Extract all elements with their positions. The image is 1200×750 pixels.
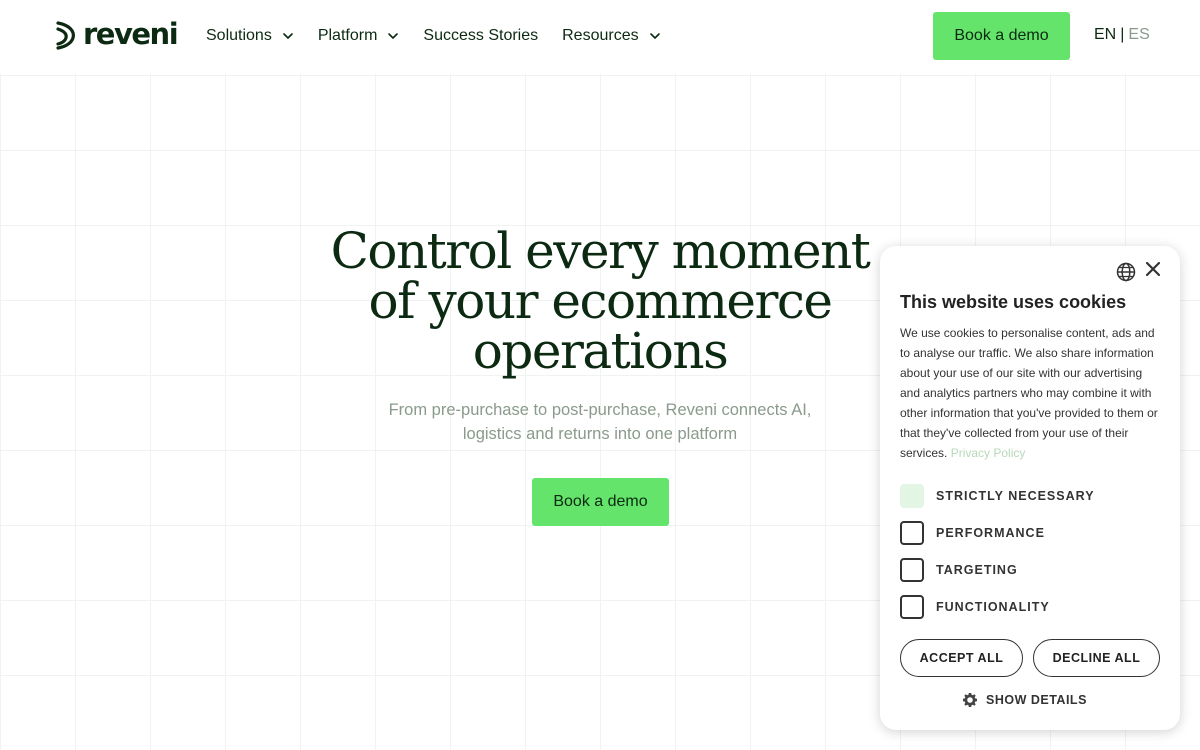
logo-text: reveni [83,16,179,51]
accept-all-button[interactable]: ACCEPT ALL [900,639,1023,677]
cookie-option-label: FUNCTIONALITY [936,600,1050,614]
language-switcher: EN | ES [1094,26,1150,44]
logo[interactable]: reveni [55,16,179,52]
chevron-down-icon [283,33,293,39]
globe-icon[interactable] [1116,262,1136,282]
cookie-option-functionality: FUNCTIONALITY [900,595,1050,619]
cookie-body-text: We use cookies to personalise content, a… [900,326,1158,460]
hero-subtitle-line: From pre-purchase to post-purchase, Reve… [388,401,812,419]
cookie-option-performance: PERFORMANCE [900,521,1045,545]
hero-subtitle-line: logistics and returns into one platform [462,425,738,443]
nav-item-resources[interactable]: Resources [562,27,660,45]
book-demo-header-button[interactable]: Book a demo [933,12,1070,60]
chevron-down-icon [388,33,399,39]
nav-item-platform[interactable]: Platform [318,27,400,45]
cookie-option-label: TARGETING [936,563,1018,577]
targeting-checkbox[interactable] [900,558,924,582]
logo-mark-icon [56,21,75,50]
gear-icon [963,693,977,707]
cookie-option-strictly-necessary: STRICTLY NECESSARY [900,484,1095,508]
privacy-policy-link[interactable]: Privacy Policy [951,446,1026,460]
lang-es-link[interactable]: ES [1128,26,1149,44]
chevron-down-icon [649,33,660,39]
hero-title: Control every moment of your ecommerce ope… [300,226,900,376]
hero-subtitle: From pre-purchase to post-purchase, Reve… [370,398,830,446]
cookie-option-label: PERFORMANCE [936,526,1045,540]
strictly-necessary-checkbox[interactable] [900,484,924,508]
nav-item-label: Solutions [206,27,272,44]
nav-item-solutions[interactable]: Solutions [206,27,294,45]
lang-separator: | [1120,26,1125,43]
decline-all-button[interactable]: DECLINE ALL [1033,639,1160,677]
show-details-button[interactable]: SHOW DETAILS [962,692,1087,708]
book-demo-hero-button[interactable]: Book a demo [532,478,669,526]
cookie-description: We use cookies to personalise content, a… [900,323,1164,463]
nav-item-label: Success Stories [423,27,539,44]
show-details-label: SHOW DETAILS [986,693,1087,707]
lang-en-link[interactable]: EN [1094,26,1116,44]
cookie-title: This website uses cookies [900,292,1127,312]
cookie-option-label: STRICTLY NECESSARY [936,489,1095,503]
site-header: reveni Solutions Platform Success Storie… [0,0,1200,74]
nav-item-label: Resources [562,27,639,44]
hero-title-line: operations [472,322,729,380]
main-nav: Solutions Platform Success Stories Resou… [206,24,685,48]
nav-item-success-stories[interactable]: Success Stories [423,27,538,45]
performance-checkbox[interactable] [900,521,924,545]
close-icon[interactable] [1145,261,1161,277]
cookie-consent-panel: This website uses cookies We use cookies… [880,246,1180,730]
functionality-checkbox[interactable] [900,595,924,619]
nav-item-label: Platform [317,27,378,44]
cookie-option-targeting: TARGETING [900,558,1018,582]
